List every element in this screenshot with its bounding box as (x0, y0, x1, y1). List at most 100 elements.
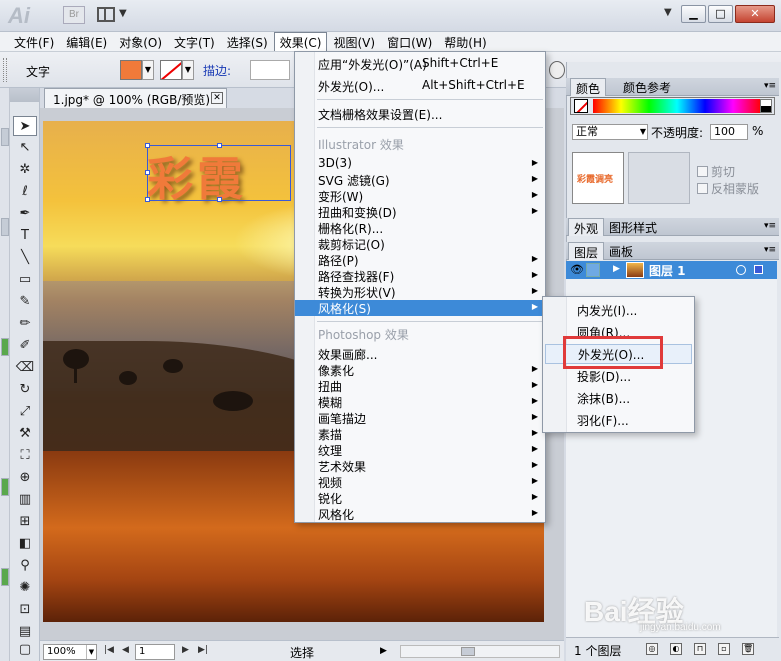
menu-item-texture[interactable]: 纹理 ▶ (295, 442, 545, 458)
submenu-item-inner-glow[interactable]: 内发光(I)... (545, 301, 692, 321)
transparency-thumbnail[interactable]: 彩霞调亮 (572, 152, 624, 204)
menu-item-raster-settings[interactable]: 文档栅格效果设置(E)... (295, 106, 545, 122)
menu-item-crop-marks[interactable]: 裁剪标记(O) (295, 236, 545, 252)
bridge-button[interactable]: Br (63, 6, 85, 24)
resize-handle[interactable] (217, 197, 222, 202)
menu-item-artistic[interactable]: 艺术效果 ▶ (295, 458, 545, 474)
none-color-icon[interactable] (574, 99, 588, 113)
menu-item-blur[interactable]: 模糊 ▶ (295, 394, 545, 410)
menu-type[interactable]: 文字(T) (168, 32, 221, 51)
menu-effect[interactable]: 效果(C) (273, 32, 328, 51)
arrange-documents-button[interactable]: ▼ (97, 6, 131, 24)
minimize-button[interactable]: ▁ (681, 5, 706, 23)
toolbox-header[interactable] (10, 88, 39, 102)
fill-dropdown-icon[interactable]: ▼ (142, 60, 154, 80)
menu-item-ps-stylize[interactable]: 风格化 ▶ (295, 506, 545, 522)
menu-item-stylize[interactable]: 风格化(S) ▶ (295, 300, 545, 316)
panel-menu-icon[interactable]: ▾≡ (764, 221, 776, 231)
resize-handle[interactable] (145, 143, 150, 148)
locate-object-icon[interactable]: ◎ (646, 643, 658, 655)
first-artboard-icon[interactable]: |◀ (104, 645, 114, 655)
resize-handle[interactable] (145, 197, 150, 202)
new-layer-icon[interactable]: ▫ (718, 643, 730, 655)
status-mode-label[interactable]: 选择 (290, 644, 314, 661)
magic-wand-tool-icon[interactable]: ✲ (13, 160, 37, 180)
submenu-item-drop-shadow[interactable]: 投影(D)... (545, 367, 692, 387)
target-icon[interactable] (736, 265, 746, 275)
horizontal-scrollbar[interactable] (400, 645, 560, 658)
menu-item-video[interactable]: 视频 ▶ (295, 474, 545, 490)
selection-tool-icon[interactable]: ➤ (13, 116, 37, 136)
menu-item-pathfinder[interactable]: 路径查找器(F) ▶ (295, 268, 545, 284)
stroke-link[interactable]: 描边: (203, 62, 231, 79)
type-tool-icon[interactable]: T (13, 226, 37, 246)
submenu-item-scribble[interactable]: 涂抹(B)... (545, 389, 692, 409)
menu-object[interactable]: 对象(O) (113, 32, 168, 51)
delete-layer-icon[interactable]: 🗑 (742, 643, 754, 655)
next-artboard-icon[interactable]: ▶ (182, 645, 189, 655)
column-graph-tool-icon[interactable]: ▤ (13, 622, 37, 642)
globe-icon[interactable] (549, 61, 565, 79)
panel-menu-icon[interactable]: ▾≡ (764, 245, 776, 255)
menu-item-convert-to-shape[interactable]: 转换为形状(V) ▶ (295, 284, 545, 300)
menu-item-sharpen[interactable]: 锐化 ▶ (295, 490, 545, 506)
menu-item-last-effect[interactable]: 外发光(O)... Alt+Shift+Ctrl+E (295, 78, 545, 94)
submenu-item-feather[interactable]: 羽化(F)... (545, 411, 692, 431)
menu-item-distort-transform[interactable]: 扭曲和变换(D) ▶ (295, 204, 545, 220)
invert-mask-checkbox[interactable]: 反相蒙版 (697, 180, 759, 197)
menu-view[interactable]: 视图(V) (327, 32, 381, 51)
opacity-mask-placeholder[interactable] (628, 152, 690, 204)
symbol-sprayer-tool-icon[interactable]: ✺ (13, 578, 37, 598)
shape-builder-tool-icon[interactable]: ⊕ (13, 468, 37, 488)
selection-indicator[interactable] (754, 265, 763, 274)
stroke-color-swatch[interactable] (160, 60, 182, 80)
maximize-button[interactable]: □ (708, 5, 733, 23)
menu-window[interactable]: 窗口(W) (381, 32, 438, 51)
tab-color[interactable]: 颜色 (570, 78, 607, 96)
document-tab[interactable]: 1.jpg* @ 100% (RGB/预览) ✕ (44, 88, 227, 108)
grip-handle[interactable] (3, 58, 7, 82)
menu-select[interactable]: 选择(S) (221, 32, 274, 51)
width-tool-icon[interactable]: ⚒ (13, 424, 37, 444)
screen-mode-icon[interactable]: ▢ (13, 640, 37, 660)
pencil-tool-icon[interactable]: ✏ (13, 314, 37, 334)
menu-item-3d[interactable]: 3D(3) ▶ (295, 156, 545, 172)
menu-item-svg-filters[interactable]: SVG 滤镜(G) ▶ (295, 172, 545, 188)
tab-layers[interactable]: 图层 (568, 242, 605, 260)
close-tab-icon[interactable]: ✕ (211, 92, 223, 104)
tab-artboards[interactable]: 画板 (604, 242, 638, 260)
blend-mode-select[interactable]: 正常 ▼ (572, 124, 648, 140)
color-spectrum-bar[interactable] (570, 97, 775, 115)
gradient-tool-icon[interactable]: ◧ (13, 534, 37, 554)
scale-tool-icon[interactable]: ⤢ (13, 402, 37, 422)
rectangle-tool-icon[interactable]: ▭ (13, 270, 37, 290)
menu-item-effect-gallery[interactable]: 效果画廊... (295, 346, 545, 362)
last-artboard-icon[interactable]: ▶| (198, 645, 208, 655)
layer-name[interactable]: 图层 1 (649, 262, 686, 279)
eyedropper-tool-icon[interactable]: ⚲ (13, 556, 37, 576)
selection-bounding-box[interactable] (145, 143, 291, 202)
lock-toggle[interactable] (586, 263, 600, 277)
menu-item-path[interactable]: 路径(P) ▶ (295, 252, 545, 268)
artboard-tool-icon[interactable]: ⊡ (13, 600, 37, 620)
menu-help[interactable]: 帮助(H) (438, 32, 492, 51)
graph-tool-icon[interactable]: ▥ (13, 490, 37, 510)
menu-item-warp[interactable]: 变形(W) ▶ (295, 188, 545, 204)
workspace-chevron-icon[interactable]: ▼ (664, 7, 672, 18)
menu-edit[interactable]: 编辑(E) (60, 32, 113, 51)
pen-tool-icon[interactable]: ✒ (13, 204, 37, 224)
black-white-swatch[interactable] (760, 99, 772, 113)
stroke-weight-input[interactable] (250, 60, 290, 80)
color-spectrum[interactable] (593, 99, 761, 113)
rotate-tool-icon[interactable]: ↻ (13, 380, 37, 400)
resize-handle[interactable] (145, 170, 150, 175)
scrollbar-thumb[interactable] (461, 647, 475, 656)
opacity-input[interactable]: 100 (710, 124, 748, 140)
eye-icon[interactable]: 👁 (570, 263, 584, 276)
new-sublayer-icon[interactable]: ⊓ (694, 643, 706, 655)
tab-color-guide[interactable]: 颜色参考 (618, 78, 676, 96)
menu-file[interactable]: 文件(F) (8, 32, 60, 51)
zoom-select[interactable]: 100% ▼ (43, 644, 97, 660)
direct-selection-tool-icon[interactable]: ↖ (13, 138, 37, 158)
paintbrush-tool-icon[interactable]: ✎ (13, 292, 37, 312)
